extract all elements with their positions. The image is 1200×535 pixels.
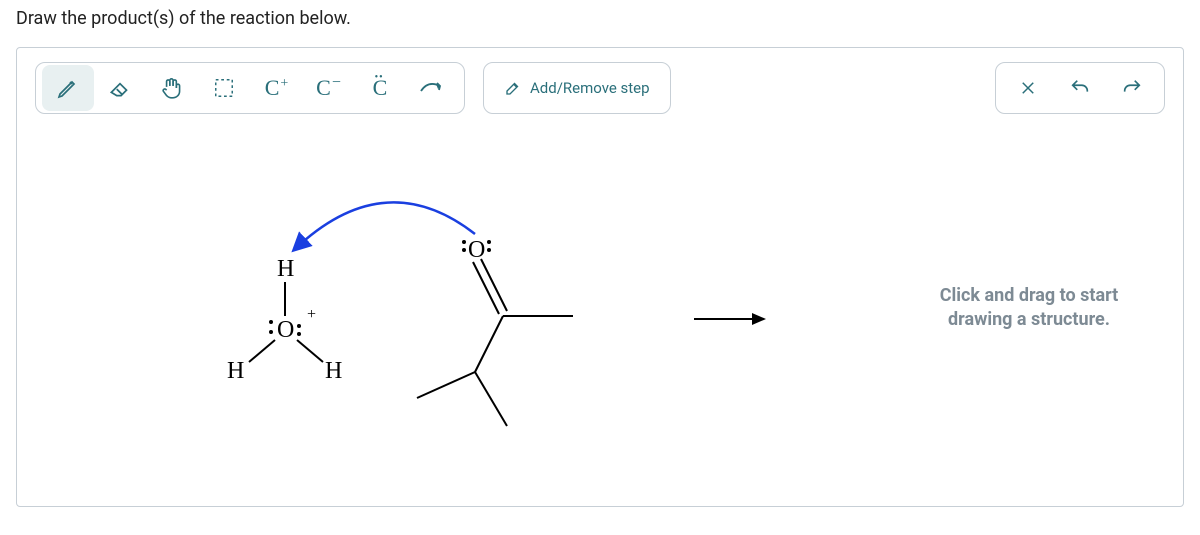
tool-group-history [995, 62, 1165, 114]
oxygen-atom: O [277, 317, 294, 343]
add-remove-step-label: Add/Remove step [530, 79, 650, 97]
reaction-structure: O + H H H O [185, 154, 645, 484]
plus-charge: + [307, 306, 316, 323]
h-top: H [277, 256, 294, 282]
redo-button[interactable] [1106, 65, 1158, 111]
editor-frame: C+ C− ••C Add/Remo [16, 47, 1184, 507]
carbon-lonepair-button[interactable]: ••C [354, 65, 406, 111]
carbonyl-o: O [468, 237, 485, 263]
minus-superscript: − [332, 74, 341, 91]
hand-icon [159, 75, 185, 101]
question-prompt: Draw the product(s) of the reaction belo… [16, 8, 1184, 29]
undo-icon [1069, 77, 1091, 99]
c-minus-label: C [316, 75, 331, 100]
carbon-minus-button[interactable]: C− [302, 65, 354, 111]
eraser-icon [107, 75, 133, 101]
close-icon [1019, 79, 1037, 97]
pencil-button[interactable] [42, 65, 94, 111]
redo-icon [1121, 77, 1143, 99]
hint-line-1: Click and drag to start [899, 284, 1159, 308]
h-right: H [325, 358, 342, 384]
canvas-hint: Click and drag to start drawing a struct… [899, 284, 1159, 333]
add-remove-step-button[interactable]: Add/Remove step [490, 65, 664, 111]
dots-superscript: •• [375, 72, 384, 83]
toolbar: C+ C− ••C Add/Remo [35, 62, 1165, 114]
undo-button[interactable] [1054, 65, 1106, 111]
clear-button[interactable] [1002, 65, 1054, 111]
tool-group-step: Add/Remove step [483, 62, 671, 114]
carbon-plus-button[interactable]: C+ [250, 65, 302, 111]
reaction-arrow [690, 304, 770, 339]
marquee-button[interactable] [198, 65, 250, 111]
pencil-icon [56, 76, 80, 100]
curved-arrow-button[interactable] [406, 65, 458, 111]
edit-step-icon [504, 79, 522, 97]
tool-group-draw: C+ C− ••C [35, 62, 465, 114]
c-plus-label: C [265, 75, 280, 100]
eraser-button[interactable] [94, 65, 146, 111]
select-icon [213, 77, 235, 99]
curve-arrow-icon [418, 76, 446, 100]
hint-line-2: drawing a structure. [899, 308, 1159, 332]
plus-superscript: + [280, 76, 288, 91]
h-left: H [227, 358, 244, 384]
drawing-canvas[interactable]: O + H H H O [35, 114, 1165, 484]
pan-button[interactable] [146, 65, 198, 111]
